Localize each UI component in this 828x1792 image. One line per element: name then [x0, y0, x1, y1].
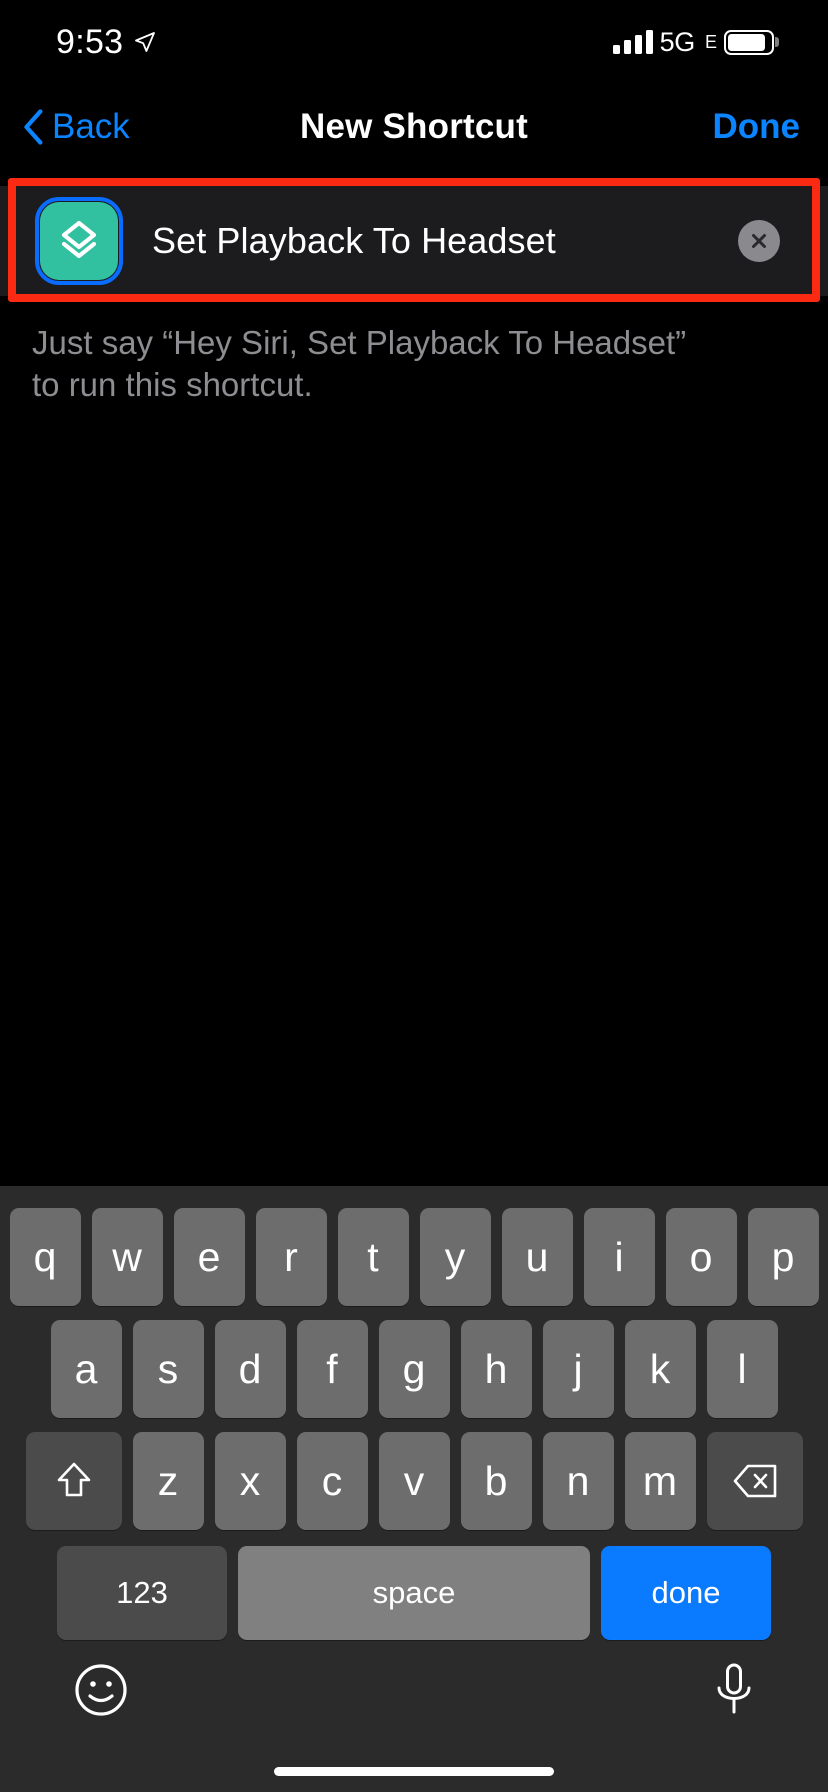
status-bar-left: 9:53 — [56, 25, 157, 59]
key-z[interactable]: z — [132, 1432, 204, 1530]
dictation-key[interactable] — [714, 1662, 754, 1723]
emoji-smiley-icon — [75, 1664, 127, 1716]
backspace-key[interactable] — [706, 1432, 803, 1530]
key-w[interactable]: w — [91, 1208, 163, 1306]
keyboard-row-2: a s d f g h j k l — [0, 1306, 828, 1418]
key-v[interactable]: v — [378, 1432, 450, 1530]
key-g[interactable]: g — [378, 1320, 450, 1418]
backspace-delete-icon — [733, 1464, 776, 1498]
key-b[interactable]: b — [460, 1432, 532, 1530]
clear-circle-x-icon — [752, 234, 766, 248]
key-p[interactable]: p — [747, 1208, 819, 1306]
keyboard-row-1: q w e r t y u i o p — [0, 1186, 828, 1306]
cellular-signal-icon — [612, 30, 653, 54]
shortcut-name-field-row[interactable]: Set Playback To Headset — [0, 186, 828, 296]
key-y[interactable]: y — [419, 1208, 491, 1306]
microphone-icon — [717, 1663, 751, 1714]
chevron-left-icon — [24, 109, 43, 145]
key-x[interactable]: x — [214, 1432, 286, 1530]
status-bar-right: 5G E — [612, 26, 774, 57]
key-k[interactable]: k — [624, 1320, 696, 1418]
key-r[interactable]: r — [255, 1208, 327, 1306]
key-i[interactable]: i — [583, 1208, 655, 1306]
shortcut-name-input[interactable]: Set Playback To Headset — [152, 220, 738, 262]
onscreen-keyboard: q w e r t y u i o p a s d f g h j k l z … — [0, 1186, 828, 1792]
numbers-key[interactable]: 123 — [57, 1546, 227, 1640]
key-c[interactable]: c — [296, 1432, 368, 1530]
emoji-key[interactable] — [74, 1663, 128, 1722]
key-q[interactable]: q — [9, 1208, 81, 1306]
siri-hint-text: Just say “Hey Siri, Set Playback To Head… — [32, 324, 687, 404]
key-o[interactable]: o — [665, 1208, 737, 1306]
battery-icon — [724, 29, 774, 55]
done-button[interactable]: Done — [713, 107, 828, 147]
key-u[interactable]: u — [501, 1208, 573, 1306]
keyboard-done-key[interactable]: done — [601, 1546, 771, 1640]
shortcut-layers-icon — [40, 202, 118, 280]
shift-arrow-icon — [57, 1462, 90, 1497]
back-button-label: Back — [52, 107, 130, 146]
key-m[interactable]: m — [624, 1432, 696, 1530]
key-l[interactable]: l — [706, 1320, 778, 1418]
home-indicator-bar — [274, 1767, 554, 1776]
key-f[interactable]: f — [296, 1320, 368, 1418]
clear-text-button[interactable] — [738, 220, 780, 262]
location-arrow-icon — [135, 32, 156, 52]
network-type-label: 5G — [659, 26, 696, 57]
network-type-suffix: E — [704, 32, 717, 52]
shift-key[interactable] — [25, 1432, 122, 1530]
status-clock: 9:53 — [56, 23, 124, 61]
key-j[interactable]: j — [542, 1320, 614, 1418]
key-d[interactable]: d — [214, 1320, 286, 1418]
key-a[interactable]: a — [50, 1320, 122, 1418]
iphone-screen: 9:53 5G E New Shortcut Back Done Set Pla… — [0, 0, 828, 1792]
keyboard-row-3: z x c v b n m — [0, 1418, 828, 1530]
key-h[interactable]: h — [460, 1320, 532, 1418]
status-bar: 9:53 5G E — [0, 0, 828, 84]
key-n[interactable]: n — [542, 1432, 614, 1530]
space-key[interactable]: space — [238, 1546, 590, 1640]
keyboard-bottom-bar — [0, 1640, 828, 1723]
key-t[interactable]: t — [337, 1208, 409, 1306]
navigation-bar: New Shortcut Back Done — [0, 84, 828, 170]
back-button[interactable]: Back — [0, 107, 130, 147]
key-e[interactable]: e — [173, 1208, 245, 1306]
keyboard-row-4: 123 space done — [0, 1530, 828, 1640]
shortcut-icon-button[interactable] — [35, 197, 123, 285]
key-s[interactable]: s — [132, 1320, 204, 1418]
